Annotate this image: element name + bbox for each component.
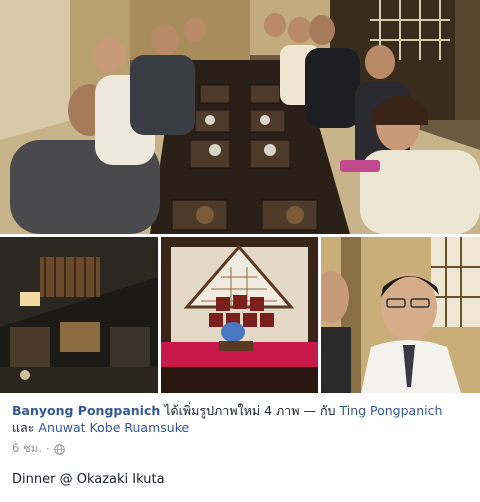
tagged-user-link-1[interactable]: Ting Pongpanich [339,403,442,418]
globe-icon[interactable] [53,443,65,455]
main-photo[interactable] [0,0,480,234]
post-meta: 6 ชม. · [12,440,65,458]
post-text: Dinner @ Okazaki Ikuta [12,472,165,487]
tokonoma-alcove-photo[interactable] [161,237,318,393]
post-timestamp[interactable]: 6 ชม. [12,440,42,458]
two-men-photo[interactable] [321,237,480,393]
caption-conjunction: และ [12,420,39,435]
post-caption: Banyong Pongpanich ได้เพิ่มรูปภาพใหม่ 4 … [12,402,472,436]
tagged-user-link-2[interactable]: Anuwat Kobe Ruamsuke [38,420,189,435]
meta-separator: · [46,442,50,456]
kyoto-street-photo[interactable] [0,237,158,393]
caption-action: ได้เพิ่มรูปภาพใหม่ 4 ภาพ — กับ [160,403,340,418]
author-link[interactable]: Banyong Pongpanich [12,403,160,418]
